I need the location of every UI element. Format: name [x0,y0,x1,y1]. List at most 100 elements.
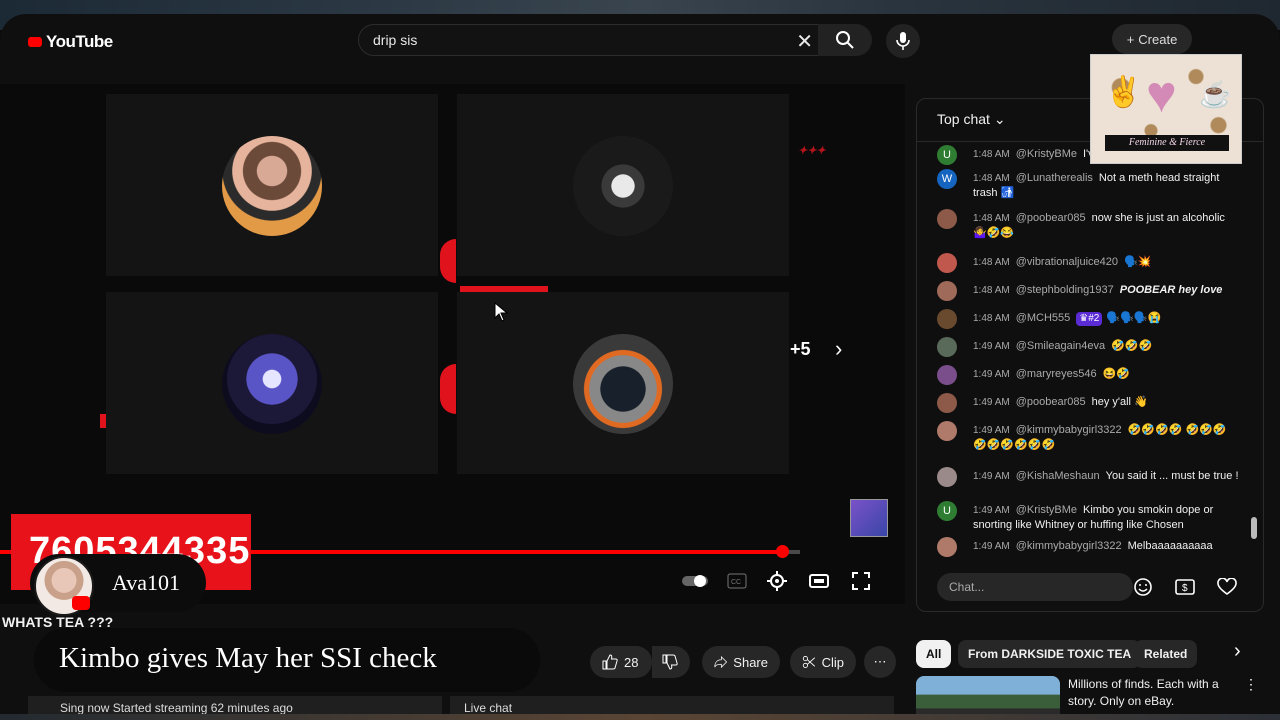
member-badge: ♛#2 [1076,312,1103,326]
progress-knob[interactable] [776,545,789,558]
close-icon[interactable]: ✕ [796,29,813,54]
chat-author[interactable]: @vibrationaljuice420 [1016,256,1118,268]
ad-title[interactable]: Millions of finds. Each with a story. On… [1068,676,1238,710]
settings-button[interactable] [764,568,790,594]
chat-input[interactable]: Chat... [937,573,1133,601]
chat-time: 1:48 AM [973,257,1010,268]
more-participants[interactable]: +5 [790,339,811,360]
chat-message-body: 1:49 AM @kimmybabygirl3322 Melbaaaaaaaaaa [973,539,1239,554]
search-button[interactable] [818,24,872,56]
video-player[interactable]: ✦✦✦ +5 › 7605344335 CC [0,84,905,604]
chat-message-body: 1:48 AM @stephbolding1937 POOBEAR hey love [973,283,1239,298]
chip-related[interactable]: Related [1134,640,1198,668]
brand-sticker: ♥ ✌ ☕ Feminine & Fierce [1090,54,1242,164]
live-chat-panel: Top chat ⌄ U 1:48 AM @KristyBMe I'v W 1:48… [916,98,1264,612]
chat-scrollbar-thumb[interactable] [1251,517,1257,539]
chat-time: 1:49 AM [973,471,1010,482]
captions-icon: CC [727,573,747,589]
autoplay-toggle[interactable] [682,568,708,594]
chip-from-channel[interactable]: From DARKSIDE TOXIC TEA [958,640,1142,668]
chat-avatar [937,537,957,557]
chat-author[interactable]: @poobear085 [1016,212,1086,224]
share-button[interactable]: Share [702,646,780,678]
stream-status-text: Sing now Started streaming 62 minutes ag… [60,701,293,714]
captions-button[interactable]: CC [724,568,750,594]
chat-author[interactable]: @stephbolding1937 [1016,284,1114,296]
chat-header-label: Top chat [937,111,990,127]
like-button[interactable]: 28 [590,646,652,678]
voice-search-button[interactable] [886,24,920,58]
create-button[interactable]: + Create [1112,24,1192,54]
chat-author[interactable]: @Smileagain4eva [1016,340,1105,352]
chevron-right-icon[interactable]: › [835,336,842,362]
stream-status: Sing now Started streaming 62 minutes ag… [28,696,442,714]
chat-time: 1:48 AM [973,173,1010,184]
chat-message-body: 1:49 AM @maryreyes546 😆🤣 [973,367,1239,382]
chat-messages[interactable]: U 1:48 AM @KristyBMe I'v W 1:48 AM @Lunathe… [917,145,1247,561]
theater-button[interactable] [806,568,832,594]
ad-thumbnail[interactable] [916,676,1060,714]
chat-author[interactable]: @KristyBMe [1016,148,1077,160]
sticker-text: Feminine & Fierce [1105,135,1229,151]
thanks-button[interactable] [1215,575,1239,599]
chat-avatar [937,309,957,329]
like-count: 28 [624,654,639,670]
chat-message-body: 1:48 AM @vibrationaljuice420 🗣️💥 [973,255,1239,270]
theater-icon [809,574,829,588]
toggle-icon [682,575,708,587]
chat-author[interactable]: @kimmybabygirl3322 [1016,540,1122,552]
chat-author[interactable]: @kimmybabygirl3322 [1016,424,1122,436]
chat-author[interactable]: @KristyBMe [1016,504,1077,516]
chat-time: 1:49 AM [973,397,1010,408]
chat-avatar: U [937,501,957,521]
chat-time: 1:48 AM [973,313,1010,324]
chat-filter-dropdown[interactable]: Top chat ⌄ [937,111,1006,128]
super-chat-button[interactable]: $ [1173,575,1197,599]
uploader-badge: Ava101 [30,554,206,616]
youtube-logo[interactable]: YouTube [28,32,113,52]
chat-author[interactable]: @poobear085 [1016,396,1086,408]
chat-author[interactable]: @MCH555 [1016,312,1071,324]
more-icon: ⋯ [873,654,887,669]
member-badge-rank: #2 [1088,313,1100,324]
chat-avatar [937,281,957,301]
emoji-button[interactable] [1131,575,1155,599]
clip-label: Clip [821,654,844,670]
chat-avatar [937,393,957,413]
chat-author[interactable]: @maryreyes546 [1016,368,1097,380]
stream-thumbnail[interactable] [850,499,888,537]
chat-text: You said it ... must be true ! [1105,470,1239,482]
fullscreen-icon [852,572,870,590]
live-chat-replay[interactable]: Live chat [450,696,894,714]
ad-menu-icon[interactable]: ⋮ [1244,676,1258,693]
chip-all[interactable]: All [916,640,952,668]
search-input[interactable]: drip sis ✕ [358,24,820,56]
settings-icon [767,571,787,591]
heart-icon [1217,578,1237,595]
chat-author[interactable]: @KishaMeshaun [1016,470,1100,482]
chat-scrollbar[interactable] [1251,143,1259,557]
teacup-icon: ☕ [1199,79,1232,109]
chevron-right-icon[interactable]: › [1234,640,1241,663]
create-label: Create [1138,31,1178,47]
more-actions-button[interactable]: ⋯ [864,646,896,678]
dislike-button[interactable] [652,646,690,678]
search-query[interactable]: drip sis [373,32,417,48]
youtube-window: YouTube drip sis ✕ + Create ✦✦✦ +5 › 760… [0,14,1280,714]
clip-button[interactable]: Clip [790,646,856,678]
participant-avatar [573,136,673,236]
chat-message-body: 1:49 AM @KishaMeshaun You said it ... must… [973,469,1239,484]
chat-message-body: 1:49 AM @poobear085 hey y'all 👋 [973,395,1239,410]
participant-avatar [222,334,322,434]
chat-text: now she is just an alcoholic 🤷‍♀️🤣😂 [973,212,1225,239]
chat-time: 1:49 AM [973,505,1010,516]
chat-message-body: 1:49 AM @KristyBMe Kimbo you smokin dope o… [973,503,1239,532]
fullscreen-button[interactable] [848,568,874,594]
emoji-icon [1134,578,1152,596]
svg-text:$: $ [1182,583,1188,594]
mic-icon [896,32,910,50]
clip-icon [802,656,816,668]
participant-avatar [222,136,322,236]
chat-time: 1:48 AM [973,213,1010,224]
chat-author[interactable]: @Lunatherealis [1016,172,1093,184]
